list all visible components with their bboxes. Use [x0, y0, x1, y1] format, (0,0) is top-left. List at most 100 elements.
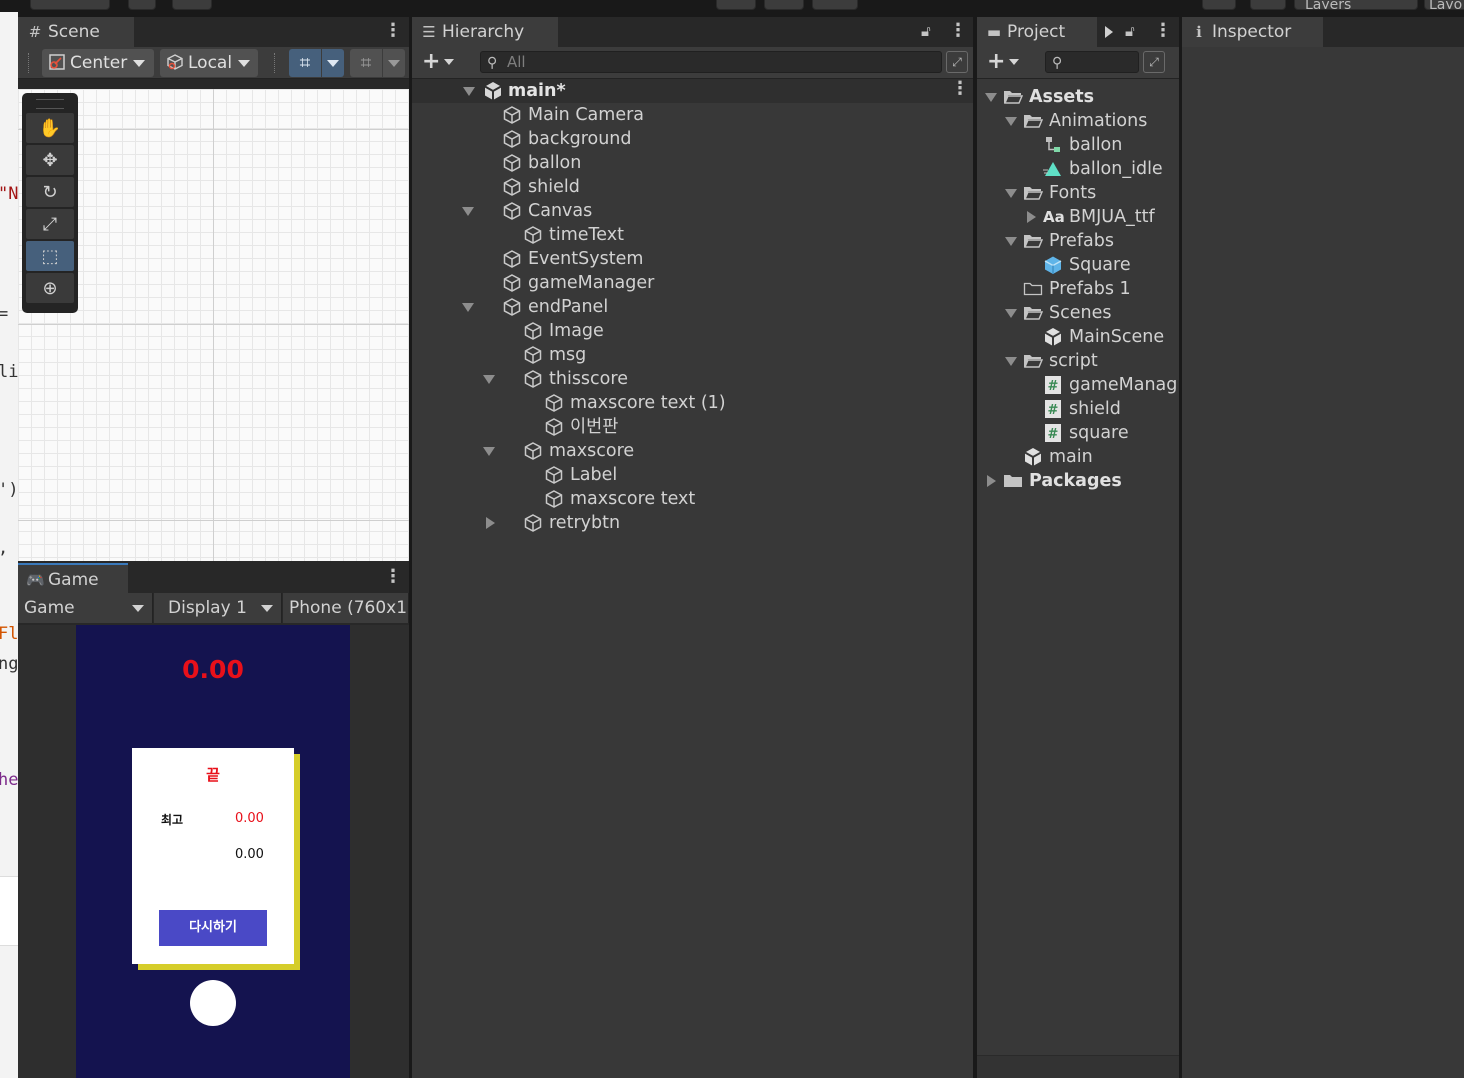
hierarchy-item[interactable]: retrybtn: [412, 511, 973, 535]
project-menu-icon[interactable]: ⋮: [1154, 21, 1172, 41]
hierarchy-item[interactable]: maxscore: [412, 439, 973, 463]
layers-dropdown[interactable]: Layers: [1294, 0, 1418, 10]
gameobject-icon: [502, 129, 522, 149]
hierarchy-search-input[interactable]: ⚲ All: [480, 51, 942, 73]
create-asset-button[interactable]: +: [987, 51, 1020, 73]
project-item[interactable]: Assets: [977, 85, 1179, 109]
rect-tool-button[interactable]: ⬚: [26, 241, 74, 271]
scene-row-menu-icon[interactable]: ⋮: [951, 79, 969, 99]
space-dropdown[interactable]: Local: [160, 49, 258, 77]
hierarchy-menu-icon[interactable]: ⋮: [949, 21, 967, 41]
scene-visibility-button[interactable]: ⤢: [946, 51, 968, 73]
project-item[interactable]: Prefabs: [977, 229, 1179, 253]
rotate-tool-button[interactable]: ↻: [26, 177, 74, 207]
expand-arrow-icon[interactable]: [462, 303, 474, 312]
game-menu-icon[interactable]: ⋮: [384, 567, 402, 587]
hierarchy-item[interactable]: background: [412, 127, 973, 151]
create-button[interactable]: +: [422, 51, 455, 73]
hierarchy-item[interactable]: shield: [412, 175, 973, 199]
lock-icon[interactable]: 🔓︎: [921, 21, 931, 41]
scene-menu-icon[interactable]: ⋮: [384, 21, 402, 41]
hierarchy-item[interactable]: Label: [412, 463, 973, 487]
pivot-dropdown[interactable]: Center: [42, 49, 154, 77]
cloud-button[interactable]: [128, 0, 156, 10]
layout-dropdown[interactable]: Layo: [1424, 0, 1464, 10]
collapsed-arrow-icon[interactable]: [1027, 211, 1036, 223]
hierarchy-item-label: Main Camera: [528, 105, 645, 125]
project-item[interactable]: # shield: [977, 397, 1179, 421]
hierarchy-item[interactable]: Canvas: [412, 199, 973, 223]
grid-snap-dropdown[interactable]: [322, 49, 344, 77]
project-item[interactable]: # gameManag: [977, 373, 1179, 397]
expand-arrow-icon[interactable]: [1005, 237, 1017, 246]
hierarchy-item[interactable]: maxscore text (1): [412, 391, 973, 415]
pause-button[interactable]: [764, 0, 804, 10]
tab-inspector[interactable]: ℹ Inspector: [1182, 17, 1323, 47]
grid-snap-button[interactable]: ⌗: [289, 49, 321, 77]
scale-tool-button[interactable]: ⤢: [26, 209, 74, 239]
project-item[interactable]: ballon_idle: [977, 157, 1179, 181]
increment-snap-button[interactable]: ⌗: [350, 49, 382, 77]
tab-hierarchy[interactable]: ☰ Hierarchy: [412, 17, 558, 47]
expand-arrow-icon[interactable]: [483, 447, 495, 456]
transform-tool-button[interactable]: ⊕: [26, 273, 74, 303]
play-button[interactable]: [716, 0, 756, 10]
hierarchy-item[interactable]: endPanel: [412, 295, 973, 319]
hierarchy-item[interactable]: 이번판: [412, 415, 973, 439]
collapsed-arrow-icon[interactable]: [987, 475, 996, 487]
search-toolbar-button[interactable]: [1250, 0, 1286, 10]
project-search-input[interactable]: ⚲: [1045, 51, 1139, 73]
project-item[interactable]: Fonts: [977, 181, 1179, 205]
project-item[interactable]: Square: [977, 253, 1179, 277]
tab-project[interactable]: ▬ Project: [977, 17, 1097, 47]
resolution-dropdown[interactable]: Phone (760x1: [283, 593, 409, 623]
game-viewport[interactable]: 0.00 끝 최고 0.00 0.00 다시하기: [18, 625, 409, 1078]
overlay-grip[interactable]: [36, 99, 64, 109]
hierarchy-item[interactable]: msg: [412, 343, 973, 367]
collab-button[interactable]: [172, 0, 212, 10]
expand-arrow-icon[interactable]: [483, 375, 495, 384]
expand-arrow-icon[interactable]: [463, 87, 475, 96]
display-dropdown[interactable]: Display 1: [154, 593, 282, 623]
expand-arrow-icon[interactable]: [462, 207, 474, 216]
increment-snap-dropdown[interactable]: [383, 49, 405, 77]
move-tool-button[interactable]: ✥: [26, 145, 74, 175]
hierarchy-item[interactable]: ballon: [412, 151, 973, 175]
expand-arrow-icon[interactable]: [1005, 357, 1017, 366]
project-panel: ▬ Project 🔓︎ ⋮ + ⚲ ⤢ Assets Animations ball…: [977, 17, 1179, 1078]
hierarchy-item[interactable]: EventSystem: [412, 247, 973, 271]
step-button[interactable]: [812, 0, 858, 10]
expand-arrow-icon[interactable]: [1005, 117, 1017, 126]
project-item[interactable]: Scenes: [977, 301, 1179, 325]
hierarchy-item[interactable]: maxscore text: [412, 487, 973, 511]
project-item[interactable]: MainScene: [977, 325, 1179, 349]
retry-button[interactable]: 다시하기: [159, 910, 267, 946]
project-item[interactable]: main: [977, 445, 1179, 469]
hierarchy-item[interactable]: thisscore: [412, 367, 973, 391]
project-item[interactable]: # square: [977, 421, 1179, 445]
scene-header-row[interactable]: main* ⋮: [412, 79, 973, 103]
history-button[interactable]: [1202, 0, 1236, 10]
tab-scene[interactable]: # Scene: [18, 17, 134, 47]
expand-arrow-icon[interactable]: [985, 93, 997, 102]
project-item[interactable]: Animations: [977, 109, 1179, 133]
more-tabs-icon[interactable]: [1105, 26, 1113, 38]
search-by-type-button[interactable]: ⤢: [1143, 51, 1165, 73]
hierarchy-item[interactable]: Image: [412, 319, 973, 343]
project-item[interactable]: Aa BMJUA_ttf: [977, 205, 1179, 229]
hierarchy-item[interactable]: gameManager: [412, 271, 973, 295]
collapsed-arrow-icon[interactable]: [486, 517, 495, 529]
project-item[interactable]: Packages: [977, 469, 1179, 493]
account-button[interactable]: [30, 0, 110, 10]
hierarchy-item[interactable]: timeText: [412, 223, 973, 247]
hand-tool-button[interactable]: ✋: [26, 113, 74, 143]
project-item[interactable]: Prefabs 1: [977, 277, 1179, 301]
project-item[interactable]: ballon: [977, 133, 1179, 157]
tab-game[interactable]: 🎮 Game: [18, 563, 128, 593]
project-item[interactable]: script: [977, 349, 1179, 373]
lock-icon[interactable]: 🔓︎: [1125, 21, 1135, 41]
hierarchy-item[interactable]: Main Camera: [412, 103, 973, 127]
expand-arrow-icon[interactable]: [1005, 189, 1017, 198]
game-mode-dropdown[interactable]: Game: [18, 593, 153, 623]
expand-arrow-icon[interactable]: [1005, 309, 1017, 318]
